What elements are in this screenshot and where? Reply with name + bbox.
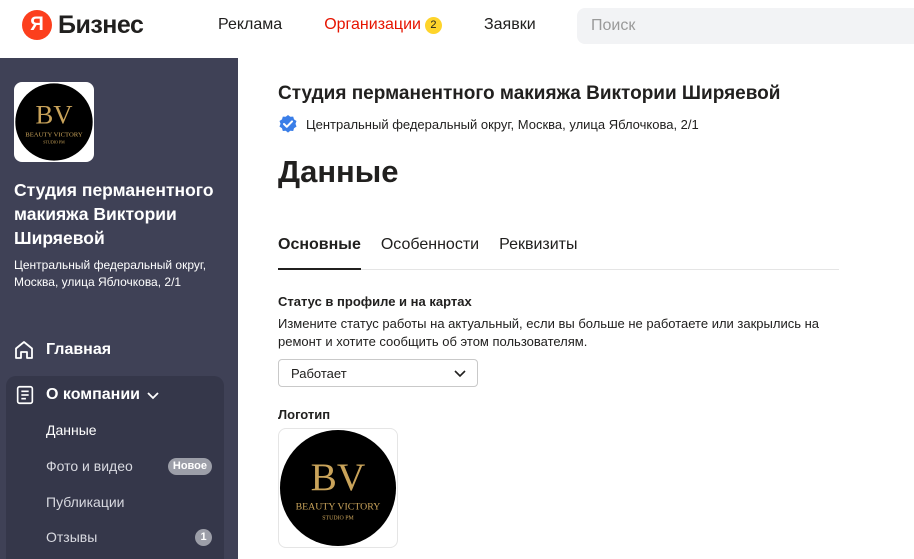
svg-text:STUDIO PM: STUDIO PM xyxy=(322,515,354,521)
verified-check-icon xyxy=(279,115,297,133)
sidebar-group-company: О компании Данные Фото и видео Новое Пуб… xyxy=(6,376,224,559)
nav-item-requests[interactable]: Заявки xyxy=(484,16,536,34)
status-description: Измените статус работы на актуальный, ес… xyxy=(278,316,820,349)
sidebar-org-name: Студия перманентного макияжа Виктории Ши… xyxy=(14,180,214,248)
beauty-victory-logo-image: BV BEAUTY VICTORY STUDIO PM xyxy=(15,83,93,161)
svg-text:BV: BV xyxy=(35,99,72,129)
search-input[interactable] xyxy=(577,8,914,44)
reviews-count-badge: 1 xyxy=(195,529,212,546)
page-title: Данные xyxy=(278,154,399,189)
sidebar-item-home[interactable]: Главная xyxy=(12,338,111,362)
nav-item-label: Заявки xyxy=(483,16,536,33)
svg-text:BEAUTY VICTORY: BEAUTY VICTORY xyxy=(25,132,83,139)
sidebar-item-label: О компании xyxy=(46,386,140,403)
document-icon xyxy=(16,385,34,405)
sidebar: BV BEAUTY VICTORY STUDIO PM Студия перма… xyxy=(0,58,238,559)
tab-requisites[interactable]: Реквизиты xyxy=(499,236,577,270)
yandex-logo-icon: Я xyxy=(22,10,52,40)
nav-item-label: Реклама xyxy=(218,16,283,33)
org-address-row: Центральный федеральный округ, Москва, у… xyxy=(278,114,699,134)
nav-item-ads[interactable]: Реклама xyxy=(218,16,282,34)
org-logo-thumbnail[interactable]: BV BEAUTY VICTORY STUDIO PM xyxy=(14,82,94,162)
yandex-business-logo[interactable]: Я Бизнес xyxy=(22,10,144,40)
chevron-down-icon xyxy=(454,370,466,378)
sidebar-item-company[interactable]: О компании xyxy=(14,384,160,406)
sidebar-subitem-reviews[interactable]: Отзывы xyxy=(46,529,97,545)
tabs-bar: Основные Особенности Реквизиты xyxy=(278,236,839,270)
sidebar-item-label: Главная xyxy=(46,341,112,358)
top-nav: Реклама Организации 2 Заявки xyxy=(218,16,578,34)
beauty-victory-logo-image: BV BEAUTY VICTORY STUDIO PM xyxy=(279,429,397,547)
nav-item-organizations[interactable]: Организации 2 xyxy=(324,16,442,34)
logo-section-label: Логотип xyxy=(278,407,331,422)
svg-text:BV: BV xyxy=(311,455,366,499)
sidebar-subitem-photo-video[interactable]: Фото и видео xyxy=(46,458,133,474)
brand-name: Бизнес xyxy=(58,10,144,39)
org-title: Студия перманентного макияжа Виктории Ши… xyxy=(278,83,781,104)
chevron-down-icon xyxy=(147,392,159,400)
org-address: Центральный федеральный округ, Москва, у… xyxy=(306,116,699,132)
new-badge: Новое xyxy=(167,458,212,475)
sidebar-subitem-publications[interactable]: Публикации xyxy=(46,494,124,510)
sidebar-org-address: Центральный федеральный округ, Москва, у… xyxy=(14,258,207,289)
logo-upload-box[interactable]: BV BEAUTY VICTORY STUDIO PM xyxy=(278,428,398,548)
status-select-value: Работает xyxy=(291,365,347,381)
svg-text:STUDIO PM: STUDIO PM xyxy=(43,139,65,144)
home-icon xyxy=(15,341,33,359)
notification-count-badge: 2 xyxy=(424,16,442,34)
sidebar-subitem-data[interactable]: Данные xyxy=(46,422,97,438)
status-section-label: Статус в профиле и на картах xyxy=(278,294,472,309)
top-header: Я Бизнес Реклама Организации 2 Заявки xyxy=(0,0,914,58)
status-select[interactable]: Работает xyxy=(278,359,478,387)
nav-item-label: Организации xyxy=(324,16,421,33)
tab-basic[interactable]: Основные xyxy=(278,236,361,270)
svg-text:BEAUTY VICTORY: BEAUTY VICTORY xyxy=(296,502,381,513)
tab-features[interactable]: Особенности xyxy=(381,236,479,270)
